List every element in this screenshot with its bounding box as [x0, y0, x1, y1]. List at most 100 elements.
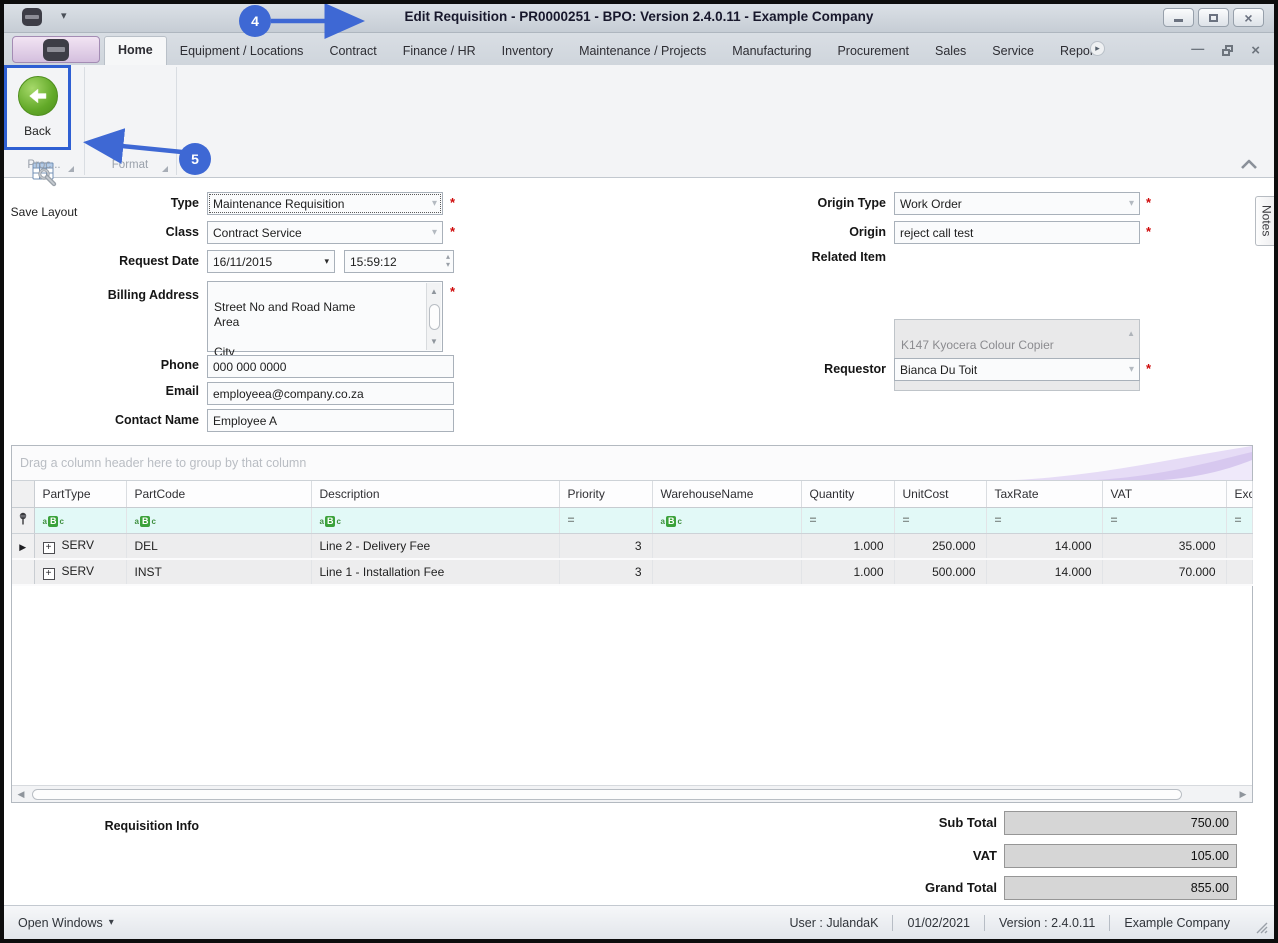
group-process-label: Proc...	[27, 159, 61, 171]
equals-filter-icon: =	[1110, 513, 1119, 527]
col-header-unitcost[interactable]: UnitCost	[894, 481, 987, 508]
table-row[interactable]: + SERV INST Line 1 - Installation Fee 3 1…	[12, 559, 1253, 586]
equals-filter-icon: =	[809, 513, 818, 527]
col-header-parttype[interactable]: PartType	[34, 481, 127, 508]
chevron-down-icon[interactable]: ▾	[428, 198, 437, 209]
filter-cell-excl[interactable]: =	[1226, 507, 1253, 534]
tab-home[interactable]: Home	[104, 36, 167, 65]
spinner-down-icon[interactable]: ▾	[446, 261, 450, 269]
scroll-down-icon[interactable]: ▼	[430, 334, 438, 349]
filter-cell-unitcost[interactable]: =	[894, 507, 987, 534]
sub-total-value: 750.00	[1190, 816, 1229, 830]
contact-name-field[interactable]: Employee A	[207, 409, 454, 432]
scroll-up-icon[interactable]: ▲	[430, 284, 438, 299]
filter-cell-taxrate[interactable]: =	[986, 507, 1103, 534]
filter-cell-priority[interactable]: =	[559, 507, 653, 534]
maximize-button[interactable]	[1198, 8, 1229, 27]
col-header-warehousename[interactable]: WarehouseName	[652, 481, 802, 508]
equals-filter-icon: =	[567, 513, 576, 527]
tab-equipment-locations[interactable]: Equipment / Locations	[167, 38, 317, 65]
ribbon-group-format[interactable]: Format	[86, 152, 174, 178]
mdi-restore-icon[interactable]	[1222, 45, 1234, 56]
tab-manufacturing[interactable]: Manufacturing	[719, 38, 824, 65]
origin-type-field[interactable]: Work Order ▾	[894, 192, 1140, 215]
tab-procurement[interactable]: Procurement	[824, 38, 922, 65]
application-menu-button[interactable]	[12, 36, 100, 63]
filter-pin-icon[interactable]	[12, 507, 35, 534]
tab-finance-hr[interactable]: Finance / HR	[390, 38, 489, 65]
status-version: Version : 2.4.0.11	[999, 915, 1096, 930]
window-title: Edit Requisition - PR0000251 - BPO: Vers…	[404, 9, 874, 24]
col-header-description[interactable]: Description	[311, 481, 560, 508]
cell-vat: 35.000	[1102, 533, 1227, 560]
filter-cell-vat[interactable]: =	[1102, 507, 1227, 534]
cell-quantity: 1.000	[801, 533, 895, 560]
tab-sales[interactable]: Sales	[922, 38, 979, 65]
filter-cell-description[interactable]: aBc	[311, 507, 560, 534]
type-label: Type	[170, 196, 199, 210]
tab-inventory[interactable]: Inventory	[489, 38, 566, 65]
filter-cell-parttype[interactable]: aBc	[34, 507, 127, 534]
col-header-taxrate[interactable]: TaxRate	[986, 481, 1103, 508]
scrollbar-thumb[interactable]	[428, 303, 440, 330]
scroll-right-icon[interactable]: ▶	[1234, 789, 1252, 800]
resize-grip[interactable]	[1255, 921, 1268, 934]
filter-cell-partcode[interactable]: aBc	[126, 507, 312, 534]
cell-quantity: 1.000	[801, 559, 895, 586]
calendar-dropdown-icon[interactable]: ▾	[320, 256, 329, 267]
chevron-down-icon[interactable]: ▾	[428, 227, 437, 238]
billing-address-scrollbar[interactable]: ▲ ▼	[426, 283, 441, 350]
ribbon-tab-row: Home Equipment / Locations Contract Fina…	[4, 33, 1274, 65]
chevron-down-icon[interactable]: ▾	[1125, 364, 1134, 375]
mdi-close-icon[interactable]: ×	[1251, 42, 1260, 59]
line-items-table: PartType PartCode Description Priority W…	[12, 481, 1253, 586]
class-field[interactable]: Contract Service ▾	[207, 221, 443, 244]
filter-cell-quantity[interactable]: =	[801, 507, 895, 534]
notes-side-tab[interactable]: Notes	[1255, 196, 1274, 246]
tab-contract[interactable]: Contract	[316, 38, 389, 65]
expand-row-icon[interactable]: +	[42, 568, 55, 580]
type-value: Maintenance Requisition	[213, 196, 345, 211]
scrollbar-thumb[interactable]	[32, 788, 1182, 800]
filter-cell-warehousename[interactable]: aBc	[652, 507, 802, 534]
scroll-left-icon[interactable]: ◀	[12, 789, 30, 800]
group-format-launcher-icon[interactable]	[162, 166, 168, 172]
phone-field[interactable]: 000 000 0000	[207, 355, 454, 378]
expand-row-icon[interactable]: +	[42, 541, 55, 554]
grid-horizontal-scrollbar[interactable]: ◀ ▶	[12, 785, 1252, 802]
billing-address-value: Street No and Road Name Area City	[214, 300, 356, 359]
time-spinner[interactable]: ▴ ▾	[446, 253, 450, 269]
collapse-ribbon-icon[interactable]	[1240, 157, 1258, 175]
back-button[interactable]: Back	[4, 65, 71, 150]
type-field[interactable]: Maintenance Requisition ▾	[207, 192, 443, 215]
mdi-minimize-icon[interactable]: —	[1191, 41, 1204, 56]
cell-description: Line 1 - Installation Fee	[311, 559, 560, 586]
email-field[interactable]: employeea@company.co.za	[207, 382, 454, 405]
minimize-button[interactable]	[1163, 8, 1194, 27]
grid-filter-row: aBc aBc aBc = aBc = = = = =	[12, 507, 1253, 534]
col-header-priority[interactable]: Priority	[559, 481, 653, 508]
ribbon-group-process[interactable]: Proc...	[6, 152, 82, 178]
requestor-field[interactable]: Bianca Du Toit ▾	[894, 358, 1140, 381]
close-button[interactable]: ×	[1233, 8, 1264, 27]
col-header-partcode[interactable]: PartCode	[126, 481, 312, 508]
request-time-field[interactable]: 15:59:12 ▴ ▾	[344, 250, 454, 273]
billing-address-field[interactable]: Street No and Road Name Area City ▲ ▼	[207, 281, 443, 359]
grid-group-panel[interactable]: Drag a column header here to group by th…	[12, 446, 1252, 481]
chevron-down-icon[interactable]: ▾	[1125, 198, 1134, 209]
col-header-excl[interactable]: Excl	[1226, 481, 1253, 508]
request-date-value: 16/11/2015	[213, 254, 273, 269]
col-header-vat[interactable]: VAT	[1102, 481, 1227, 508]
tab-service[interactable]: Service	[979, 38, 1047, 65]
request-date-field[interactable]: 16/11/2015 ▾	[207, 250, 335, 273]
back-arrow-icon	[17, 76, 58, 116]
tab-scroll-right-icon[interactable]: ▸	[1090, 41, 1106, 56]
group-process-launcher-icon[interactable]	[68, 166, 74, 172]
open-windows-button[interactable]: Open Windows ▾	[4, 916, 114, 930]
origin-field[interactable]: reject call test	[894, 221, 1140, 244]
table-row[interactable]: ▶ + SERV DEL Line 2 - Delivery Fee 3 1.00…	[12, 533, 1253, 560]
tab-reporting[interactable]: Repor	[1047, 38, 1096, 65]
tab-maintenance-projects[interactable]: Maintenance / Projects	[566, 38, 719, 65]
text-filter-icon: aBc	[134, 516, 156, 527]
col-header-quantity[interactable]: Quantity	[801, 481, 895, 508]
